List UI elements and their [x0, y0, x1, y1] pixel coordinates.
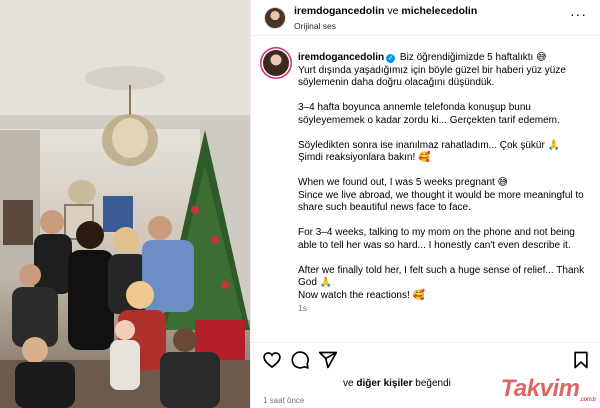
caption-line: Yurt dışında yaşadığımız için böyle güze…: [298, 64, 566, 89]
heart-icon[interactable]: [262, 350, 282, 370]
action-bar: [251, 342, 600, 374]
conjunction: ve: [387, 5, 399, 17]
photo-scene: [0, 0, 250, 408]
more-horizontal-icon[interactable]: ···: [570, 7, 587, 21]
caption-body: iremdogancedolin ✓ Biz öğrendiğimizde 5 h…: [298, 52, 593, 315]
watermark-domain: .com.tr: [579, 397, 596, 403]
verified-icon: ✓: [386, 54, 396, 63]
caption-time[interactable]: 1s: [298, 302, 593, 315]
header-usernames: iremdogancedolin ve michelecedolin: [294, 5, 477, 17]
caption-line: For 3–4 weeks, talking to my mom on the …: [298, 227, 575, 251]
posted-time[interactable]: 1 saat önce: [263, 396, 304, 405]
user2-link[interactable]: michelecedolin: [401, 5, 477, 17]
likes-suffix: beğendi: [415, 378, 451, 389]
post-panel: iremdogancedolin ve michelecedolin Oriji…: [250, 0, 600, 408]
post-header: iremdogancedolin ve michelecedolin Oriji…: [251, 0, 600, 36]
caption-line: Biz öğrendiğimizde 5 haftalıktı 😅: [399, 52, 547, 63]
watermark-brand: Takvim: [500, 375, 580, 402]
bookmark-icon[interactable]: [571, 350, 591, 370]
post-photo[interactable]: [0, 0, 250, 408]
caption-username[interactable]: iremdogancedolin: [298, 52, 384, 63]
likes-others-link[interactable]: diğer kişiler: [356, 378, 412, 389]
watermark-logo: Takvim.com.tr: [500, 375, 597, 403]
avatar[interactable]: [264, 7, 286, 29]
caption-line: Since we live abroad, we thought it woul…: [298, 189, 584, 214]
audio-link[interactable]: Orijinal ses: [294, 21, 336, 31]
caption-line: After we finally told her, I felt such a…: [298, 264, 585, 289]
caption-avatar[interactable]: [263, 50, 289, 76]
caption-line: Now watch the reactions! 🥰: [298, 289, 425, 301]
user1-link[interactable]: iremdogancedolin: [294, 5, 384, 17]
caption-line: 3–4 hafta boyunca annemle telefonda konu…: [298, 102, 560, 126]
caption-line: When we found out, I was 5 weeks pregnan…: [298, 177, 508, 188]
caption-line: Şimdi reaksiyonlara bakın! 🥰: [298, 152, 431, 163]
share-icon[interactable]: [318, 350, 338, 370]
likes-summary: ve diğer kişiler beğendi: [343, 378, 451, 389]
comment-icon[interactable]: [290, 350, 310, 370]
caption: iremdogancedolin ✓ Biz öğrendiğimizde 5 h…: [251, 44, 600, 334]
likes-prefix: ve: [343, 378, 354, 389]
caption-line: Söyledikten sonra ise inanılmaz rahatlad…: [298, 139, 561, 151]
